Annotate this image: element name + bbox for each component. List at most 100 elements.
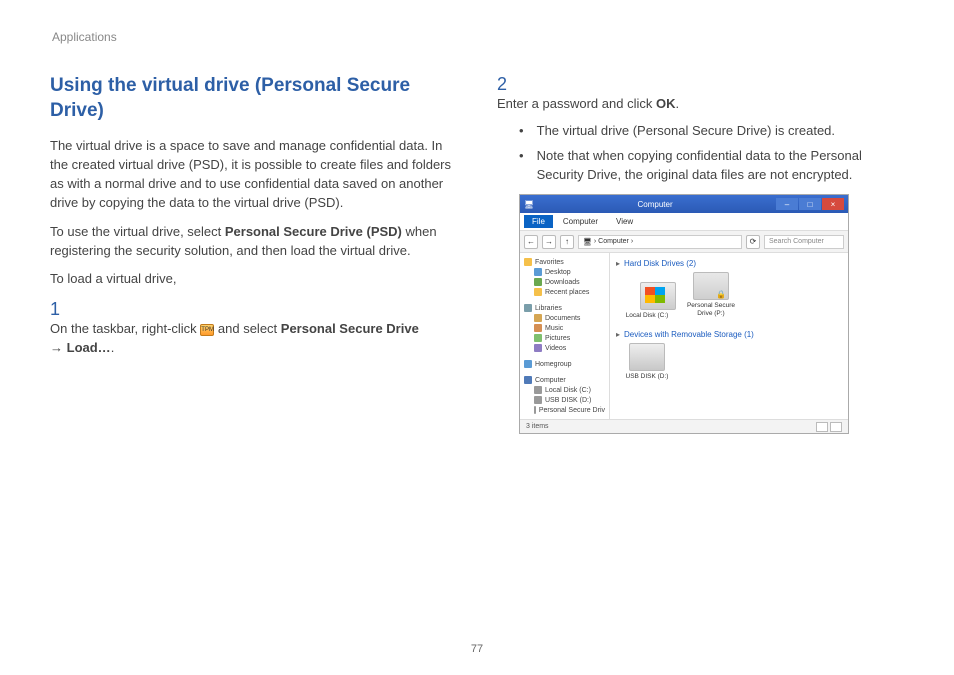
ok-bold: OK (656, 96, 676, 111)
page-header: Applications (50, 30, 904, 44)
category-removable[interactable]: ▸Devices with Removable Storage (1) (616, 330, 842, 339)
step-number-2: 2 (497, 74, 515, 95)
videos-icon (534, 344, 542, 352)
drive-psd[interactable]: Personal Secure Drive (P:) (686, 272, 736, 320)
drive-label: USB DISK (D:) (626, 373, 669, 381)
drive-icon (534, 386, 542, 394)
page-number: 77 (471, 643, 483, 655)
sidebar-computer[interactable]: Computer (522, 375, 607, 385)
search-input[interactable]: Search Computer (764, 235, 844, 249)
computer-icon (524, 376, 532, 384)
psd-bold: Personal Secure Drive (PSD) (225, 224, 402, 239)
documents-icon (534, 314, 542, 322)
intro-paragraph-3: To load a virtual drive, (50, 270, 457, 289)
sidebar-documents[interactable]: Documents (522, 313, 607, 323)
section-title: Using the virtual drive (Personal Secure… (50, 74, 457, 123)
refresh-button[interactable]: ⟳ (746, 235, 760, 249)
music-icon (534, 324, 542, 332)
psd-drive-icon (693, 272, 729, 300)
text: On the taskbar, right-click (50, 321, 200, 336)
breadcrumb-text: Computer (598, 238, 629, 245)
step-2: 2 Enter a password and click OK. (497, 74, 904, 114)
sidebar-recent[interactable]: Recent places (522, 287, 607, 297)
window-title: Computer (534, 200, 776, 209)
bullet-1: • The virtual drive (Personal Secure Dri… (497, 122, 904, 141)
arrow-text: → (50, 340, 67, 355)
drive-label: Local Disk (C:) (626, 312, 669, 320)
sidebar-pictures[interactable]: Pictures (522, 333, 607, 343)
nav-forward-button[interactable]: → (542, 235, 556, 249)
nav-up-button[interactable]: ↑ (560, 235, 574, 249)
text: . (111, 340, 115, 355)
ribbon-tabs: File Computer View (520, 213, 848, 231)
recent-icon (534, 288, 542, 296)
step-number-1: 1 (50, 299, 68, 320)
bullet-1-text: The virtual drive (Personal Secure Drive… (537, 122, 904, 141)
sidebar-libraries[interactable]: Libraries (522, 303, 607, 313)
step-1: 1 On the taskbar, right-click TPM and se… (50, 299, 457, 358)
sidebar-downloads[interactable]: Downloads (522, 277, 607, 287)
downloads-icon (534, 278, 542, 286)
desktop-icon (534, 268, 542, 276)
sidebar-music[interactable]: Music (522, 323, 607, 333)
text: and select (214, 321, 281, 336)
bullet-2: • Note that when copying confidential da… (497, 147, 904, 185)
intro-paragraph-1: The virtual drive is a space to save and… (50, 137, 457, 212)
breadcrumb-icon: 🖥 (583, 238, 592, 246)
breadcrumb[interactable]: 🖥 › Computer › (578, 235, 742, 249)
explorer-window: 🖥 Computer – □ × File Computer View ← → … (519, 194, 849, 434)
usb-drive-icon (629, 343, 665, 371)
sidebar-psd[interactable]: Personal Secure Driv (522, 405, 607, 415)
sidebar-desktop[interactable]: Desktop (522, 267, 607, 277)
content-pane: ▸Hard Disk Drives (2) Local Disk (C:) Pe… (610, 253, 848, 419)
view-toggle[interactable] (816, 422, 842, 432)
expand-icon: ▸ (616, 259, 620, 268)
text: To use the virtual drive, select (50, 224, 225, 239)
bullet-dot: • (519, 147, 533, 166)
pictures-icon (534, 334, 542, 342)
intro-paragraph-2: To use the virtual drive, select Persona… (50, 223, 457, 261)
sidebar-usb-disk[interactable]: USB DISK (D:) (522, 395, 607, 405)
local-disk-icon (640, 282, 676, 310)
tab-file[interactable]: File (524, 215, 553, 228)
text: . (675, 96, 679, 111)
minimize-button[interactable]: – (776, 198, 798, 210)
category-hdd[interactable]: ▸Hard Disk Drives (2) (616, 259, 842, 268)
drive-icon (534, 396, 542, 404)
close-button[interactable]: × (822, 198, 844, 210)
sidebar-favorites[interactable]: Favorites (522, 257, 607, 267)
star-icon (524, 258, 532, 266)
psd-bold: Personal Secure Drive (281, 321, 419, 336)
drive-icon (534, 406, 536, 414)
left-column: Using the virtual drive (Personal Secure… (50, 74, 457, 434)
homegroup-icon (524, 360, 532, 368)
text: Enter a password and click (497, 96, 656, 111)
sidebar-local-disk[interactable]: Local Disk (C:) (522, 385, 607, 395)
breadcrumb-sep: › (631, 238, 633, 245)
drive-label: Personal Secure Drive (P:) (686, 302, 736, 318)
sidebar-homegroup[interactable]: Homegroup (522, 359, 607, 369)
libraries-icon (524, 304, 532, 312)
tab-view[interactable]: View (608, 215, 641, 228)
maximize-button[interactable]: □ (799, 198, 821, 210)
step-2-text: Enter a password and click OK. (497, 95, 882, 114)
breadcrumb-sep: › (594, 238, 596, 245)
tpm-icon: TPM (200, 324, 214, 336)
status-bar: 3 items (520, 419, 848, 433)
tab-computer[interactable]: Computer (555, 215, 606, 228)
step-1-text: On the taskbar, right-click TPM and sele… (50, 320, 435, 358)
drive-usb[interactable]: USB DISK (D:) (622, 343, 672, 381)
window-icon: 🖥 (524, 200, 534, 209)
bullet-dot: • (519, 122, 533, 141)
address-toolbar: ← → ↑ 🖥 › Computer › ⟳ Search Computer (520, 231, 848, 253)
window-titlebar[interactable]: 🖥 Computer – □ × (520, 195, 848, 213)
right-column: 2 Enter a password and click OK. • The v… (497, 74, 904, 434)
nav-back-button[interactable]: ← (524, 235, 538, 249)
expand-icon: ▸ (616, 330, 620, 339)
load-bold: Load… (67, 340, 111, 355)
nav-sidebar: Favorites Desktop Downloads Recent place… (520, 253, 610, 419)
bullet-2-text: Note that when copying confidential data… (537, 147, 904, 185)
sidebar-videos[interactable]: Videos (522, 343, 607, 353)
drive-local-c[interactable]: Local Disk (C:) (622, 272, 672, 320)
status-text: 3 items (526, 423, 549, 430)
